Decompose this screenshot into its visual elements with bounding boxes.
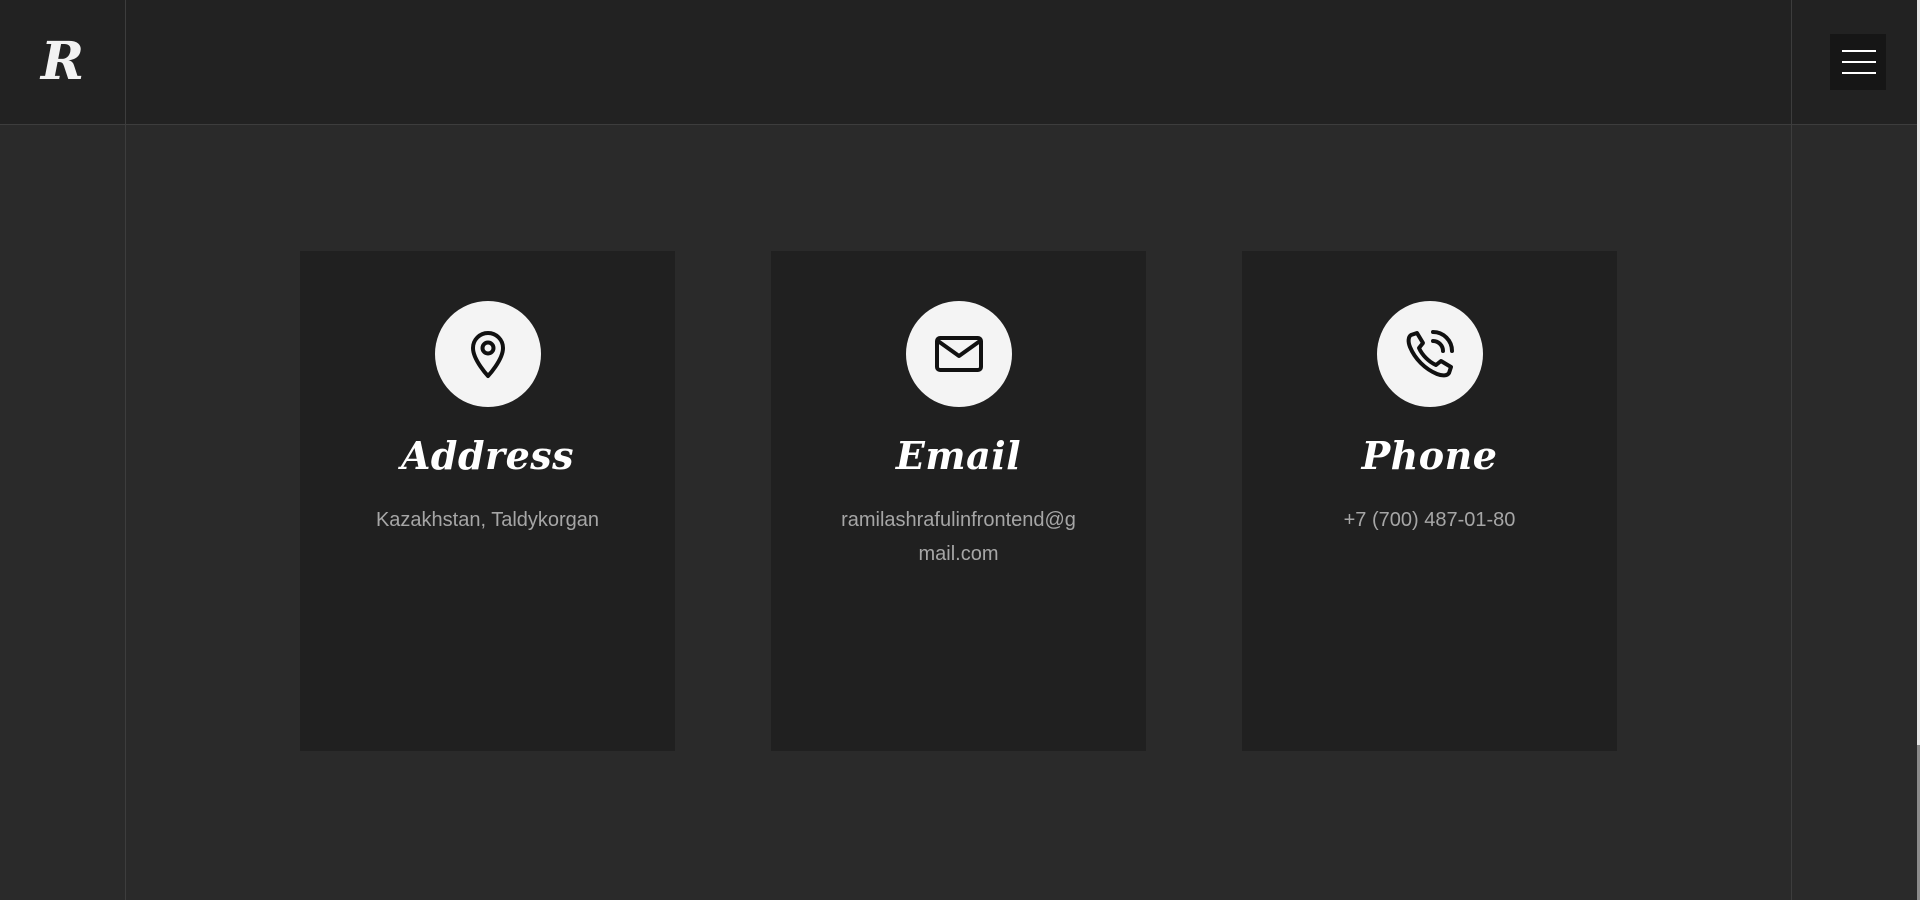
left-guide-line [125,124,126,900]
card-title: Address [400,433,575,478]
logo-cell: R [0,0,126,124]
contact-card-phone: Phone +7 (700) 487-01-80 [1242,251,1617,751]
menu-line [1842,50,1876,52]
icon-circle [1377,301,1483,407]
page: R Address Kazakhstan, Taldykorgan Email … [0,0,1920,900]
card-text: Kazakhstan, Taldykorgan [375,509,600,531]
site-logo[interactable]: R [41,36,84,88]
card-title: Email [895,433,1022,478]
phone-call-icon [1406,330,1454,378]
contact-card-email: Email ramilashrafulinfrontend@gmail.com [771,251,1146,751]
icon-circle [906,301,1012,407]
phone-link[interactable]: +7 (700) 487-01-80 [1307,503,1552,537]
card-title: Phone [1361,433,1498,478]
map-pin-icon [471,331,505,378]
right-guide-line [1791,124,1792,900]
site-header: R [0,0,1917,125]
contact-card-address: Address Kazakhstan, Taldykorgan [300,251,675,751]
envelope-icon [935,336,983,372]
hamburger-menu-icon[interactable] [1830,34,1886,90]
header-divider [1791,0,1792,124]
menu-line [1842,72,1876,74]
menu-line [1842,61,1876,63]
email-link[interactable]: ramilashrafulinfrontend@gmail.com [836,503,1081,571]
icon-circle [435,301,541,407]
